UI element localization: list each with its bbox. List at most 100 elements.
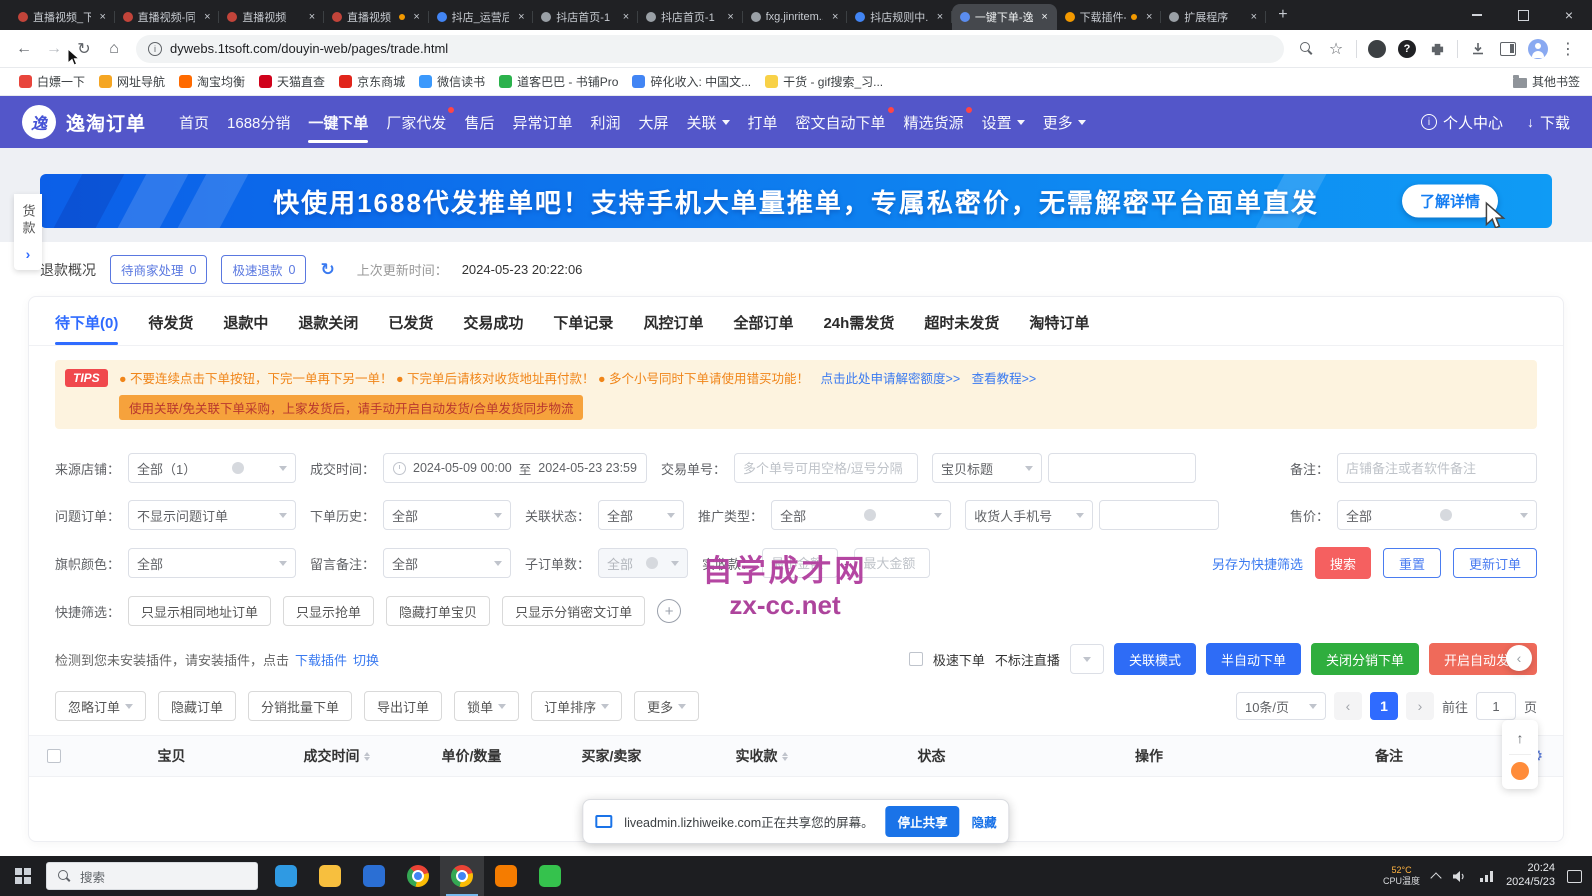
forward-icon[interactable]: →	[40, 35, 68, 63]
new-tab-button[interactable]: +	[1270, 2, 1296, 28]
back-to-top-button[interactable]: ↑	[1502, 726, 1538, 750]
current-page-button[interactable]: 1	[1370, 692, 1398, 720]
promo-type-select[interactable]: 全部	[771, 500, 951, 530]
taskbar-clock[interactable]: 20:24 2024/5/23	[1506, 862, 1555, 890]
nav-item[interactable]: 厂家代发	[377, 96, 455, 148]
tips-link-tutorial[interactable]: 查看教程>>	[972, 372, 1037, 386]
tab-close-icon[interactable]	[933, 10, 947, 24]
order-history-select[interactable]: 全部	[383, 500, 511, 530]
relation-status-select[interactable]: 全部	[598, 500, 684, 530]
downloads-icon[interactable]	[1464, 35, 1492, 63]
batch-action-button[interactable]: 隐藏订单	[158, 691, 236, 721]
title-field-select[interactable]: 宝贝标题	[932, 453, 1042, 483]
status-tab[interactable]: 超时未发货	[924, 297, 999, 345]
table-column-header[interactable]: 实收款	[689, 746, 834, 766]
status-tab[interactable]: 淘特订单	[1029, 297, 1089, 345]
close-distribution-button[interactable]: 关闭分销下单	[1311, 643, 1419, 675]
phone-field-select[interactable]: 收货人手机号	[965, 500, 1093, 530]
window-close-button[interactable]: ×	[1546, 0, 1592, 30]
user-center-link[interactable]: 个人中心	[1421, 112, 1503, 133]
bookmark-item[interactable]: 京东商城	[332, 70, 412, 93]
bookmark-star-icon[interactable]: ☆	[1322, 35, 1350, 63]
tips-link-quota[interactable]: 点击此处申请解密额度>>	[821, 372, 961, 386]
taskbar-app-icon[interactable]	[352, 856, 396, 896]
browser-menu-icon[interactable]: ⋮	[1554, 35, 1582, 63]
bookmark-item[interactable]: 道客巴巴 - 书铺Pro	[492, 70, 625, 93]
nav-item[interactable]: 精选货源	[895, 96, 973, 148]
nav-item[interactable]: 关联	[678, 96, 739, 148]
nav-item[interactable]: 一键下单	[299, 96, 377, 148]
taskbar-app-icon[interactable]	[528, 856, 572, 896]
browser-tab[interactable]: 抖店首页-1	[533, 4, 638, 30]
table-column-header[interactable]: 状态	[834, 746, 1029, 766]
browser-tab[interactable]: 抖店_运营后台	[429, 4, 534, 30]
taskbar-app-icon[interactable]	[440, 856, 484, 896]
bookmark-item[interactable]: 白嫖一下	[12, 70, 92, 93]
next-page-button[interactable]: ›	[1406, 692, 1434, 720]
address-bar[interactable]: dywebs.1tsoft.com/douyin-web/pages/trade…	[136, 35, 1284, 63]
nav-item[interactable]: 1688分销	[218, 96, 299, 148]
goto-page-input[interactable]	[1476, 692, 1516, 720]
phone-input[interactable]	[1099, 500, 1219, 530]
bookmark-item[interactable]: 微信读书	[412, 70, 492, 93]
sort-icon[interactable]	[364, 749, 370, 764]
browser-tab[interactable]: 直播视频	[219, 4, 324, 30]
profile-avatar[interactable]	[1524, 35, 1552, 63]
extensions-puzzle-icon[interactable]	[1423, 35, 1451, 63]
nav-item[interactable]: 打单	[739, 96, 787, 148]
tab-close-icon[interactable]	[200, 10, 214, 24]
search-button[interactable]: 搜索	[1315, 547, 1371, 579]
table-column-header[interactable]: 单价/数量	[409, 746, 534, 766]
express-order-checkbox[interactable]	[909, 652, 923, 666]
tray-expand-icon[interactable]	[1430, 872, 1441, 883]
tab-close-icon[interactable]	[828, 10, 842, 24]
quick-filter-chip[interactable]: 只显示相同地址订单	[128, 596, 271, 626]
extension-icon[interactable]	[1363, 35, 1391, 63]
quick-filter-chip[interactable]: 只显示分销密文订单	[502, 596, 645, 626]
prev-page-button[interactable]: ‹	[1334, 692, 1362, 720]
app-logo[interactable]: 逸	[22, 105, 56, 139]
table-column-header[interactable]: 成交时间	[264, 746, 409, 766]
help-extension-icon[interactable]: ?	[1393, 35, 1421, 63]
bookmark-item[interactable]: 网址导航	[92, 70, 172, 93]
tab-close-icon[interactable]	[514, 10, 528, 24]
bookmark-item[interactable]: 淘宝均衡	[172, 70, 252, 93]
nav-item[interactable]: 密文自动下单	[787, 96, 895, 148]
source-shop-select[interactable]: 全部（1）	[128, 453, 296, 483]
browser-tab[interactable]: 直播视频	[324, 4, 429, 30]
paid-max-input[interactable]	[854, 548, 930, 578]
taskbar-app-icon[interactable]	[308, 856, 352, 896]
status-tab[interactable]: 全部订单	[733, 297, 793, 345]
start-button[interactable]	[0, 856, 46, 896]
download-plugin-link[interactable]: 下载插件	[295, 650, 347, 669]
bookmark-item[interactable]: 碎化收入: 中国文...	[625, 70, 758, 93]
window-maximize-button[interactable]	[1500, 0, 1546, 30]
reload-icon[interactable]: ↻	[70, 35, 98, 63]
semi-auto-order-button[interactable]: 半自动下单	[1206, 643, 1301, 675]
table-column-header[interactable]: 买家/卖家	[534, 746, 689, 766]
table-column-header[interactable]: 操作	[1029, 746, 1269, 766]
tab-close-icon[interactable]	[410, 10, 424, 24]
browser-tab[interactable]: 抖店首页-1	[638, 4, 743, 30]
suborder-count-select[interactable]: 全部	[598, 548, 688, 578]
hide-share-bar-link[interactable]: 隐藏	[972, 812, 997, 831]
taskbar-app-icon[interactable]	[396, 856, 440, 896]
price-select[interactable]: 全部	[1337, 500, 1537, 530]
cpu-temp-widget[interactable]: 52°C CPU温度	[1383, 865, 1420, 887]
refund-chip[interactable]: 待商家处理 0	[110, 255, 207, 284]
promo-banner[interactable]: 快使用1688代发推单吧！支持手机大单量推单，专属私密价，无需解密平台面单直发 …	[40, 174, 1552, 228]
order-no-input[interactable]	[734, 453, 918, 483]
status-tab[interactable]: 交易成功	[463, 297, 523, 345]
refresh-icon[interactable]: ↻	[320, 260, 334, 280]
save-quick-filter-link[interactable]: 另存为快捷筛选	[1212, 554, 1303, 573]
add-quick-filter-icon[interactable]: +	[657, 599, 681, 623]
batch-action-button[interactable]: 分销批量下单	[248, 691, 352, 721]
bookmark-item[interactable]: 干货 - gif搜索_习...	[758, 70, 890, 93]
site-info-icon[interactable]	[148, 42, 162, 56]
batch-action-button[interactable]: 订单排序	[531, 691, 622, 721]
update-orders-button[interactable]: 更新订单	[1453, 548, 1537, 578]
bookmarks-folder[interactable]: 其他书签	[1513, 73, 1580, 90]
relation-mode-button[interactable]: 关联模式	[1114, 643, 1196, 675]
status-tab[interactable]: 24h需发货	[823, 297, 894, 345]
tab-close-icon[interactable]	[1142, 10, 1156, 24]
